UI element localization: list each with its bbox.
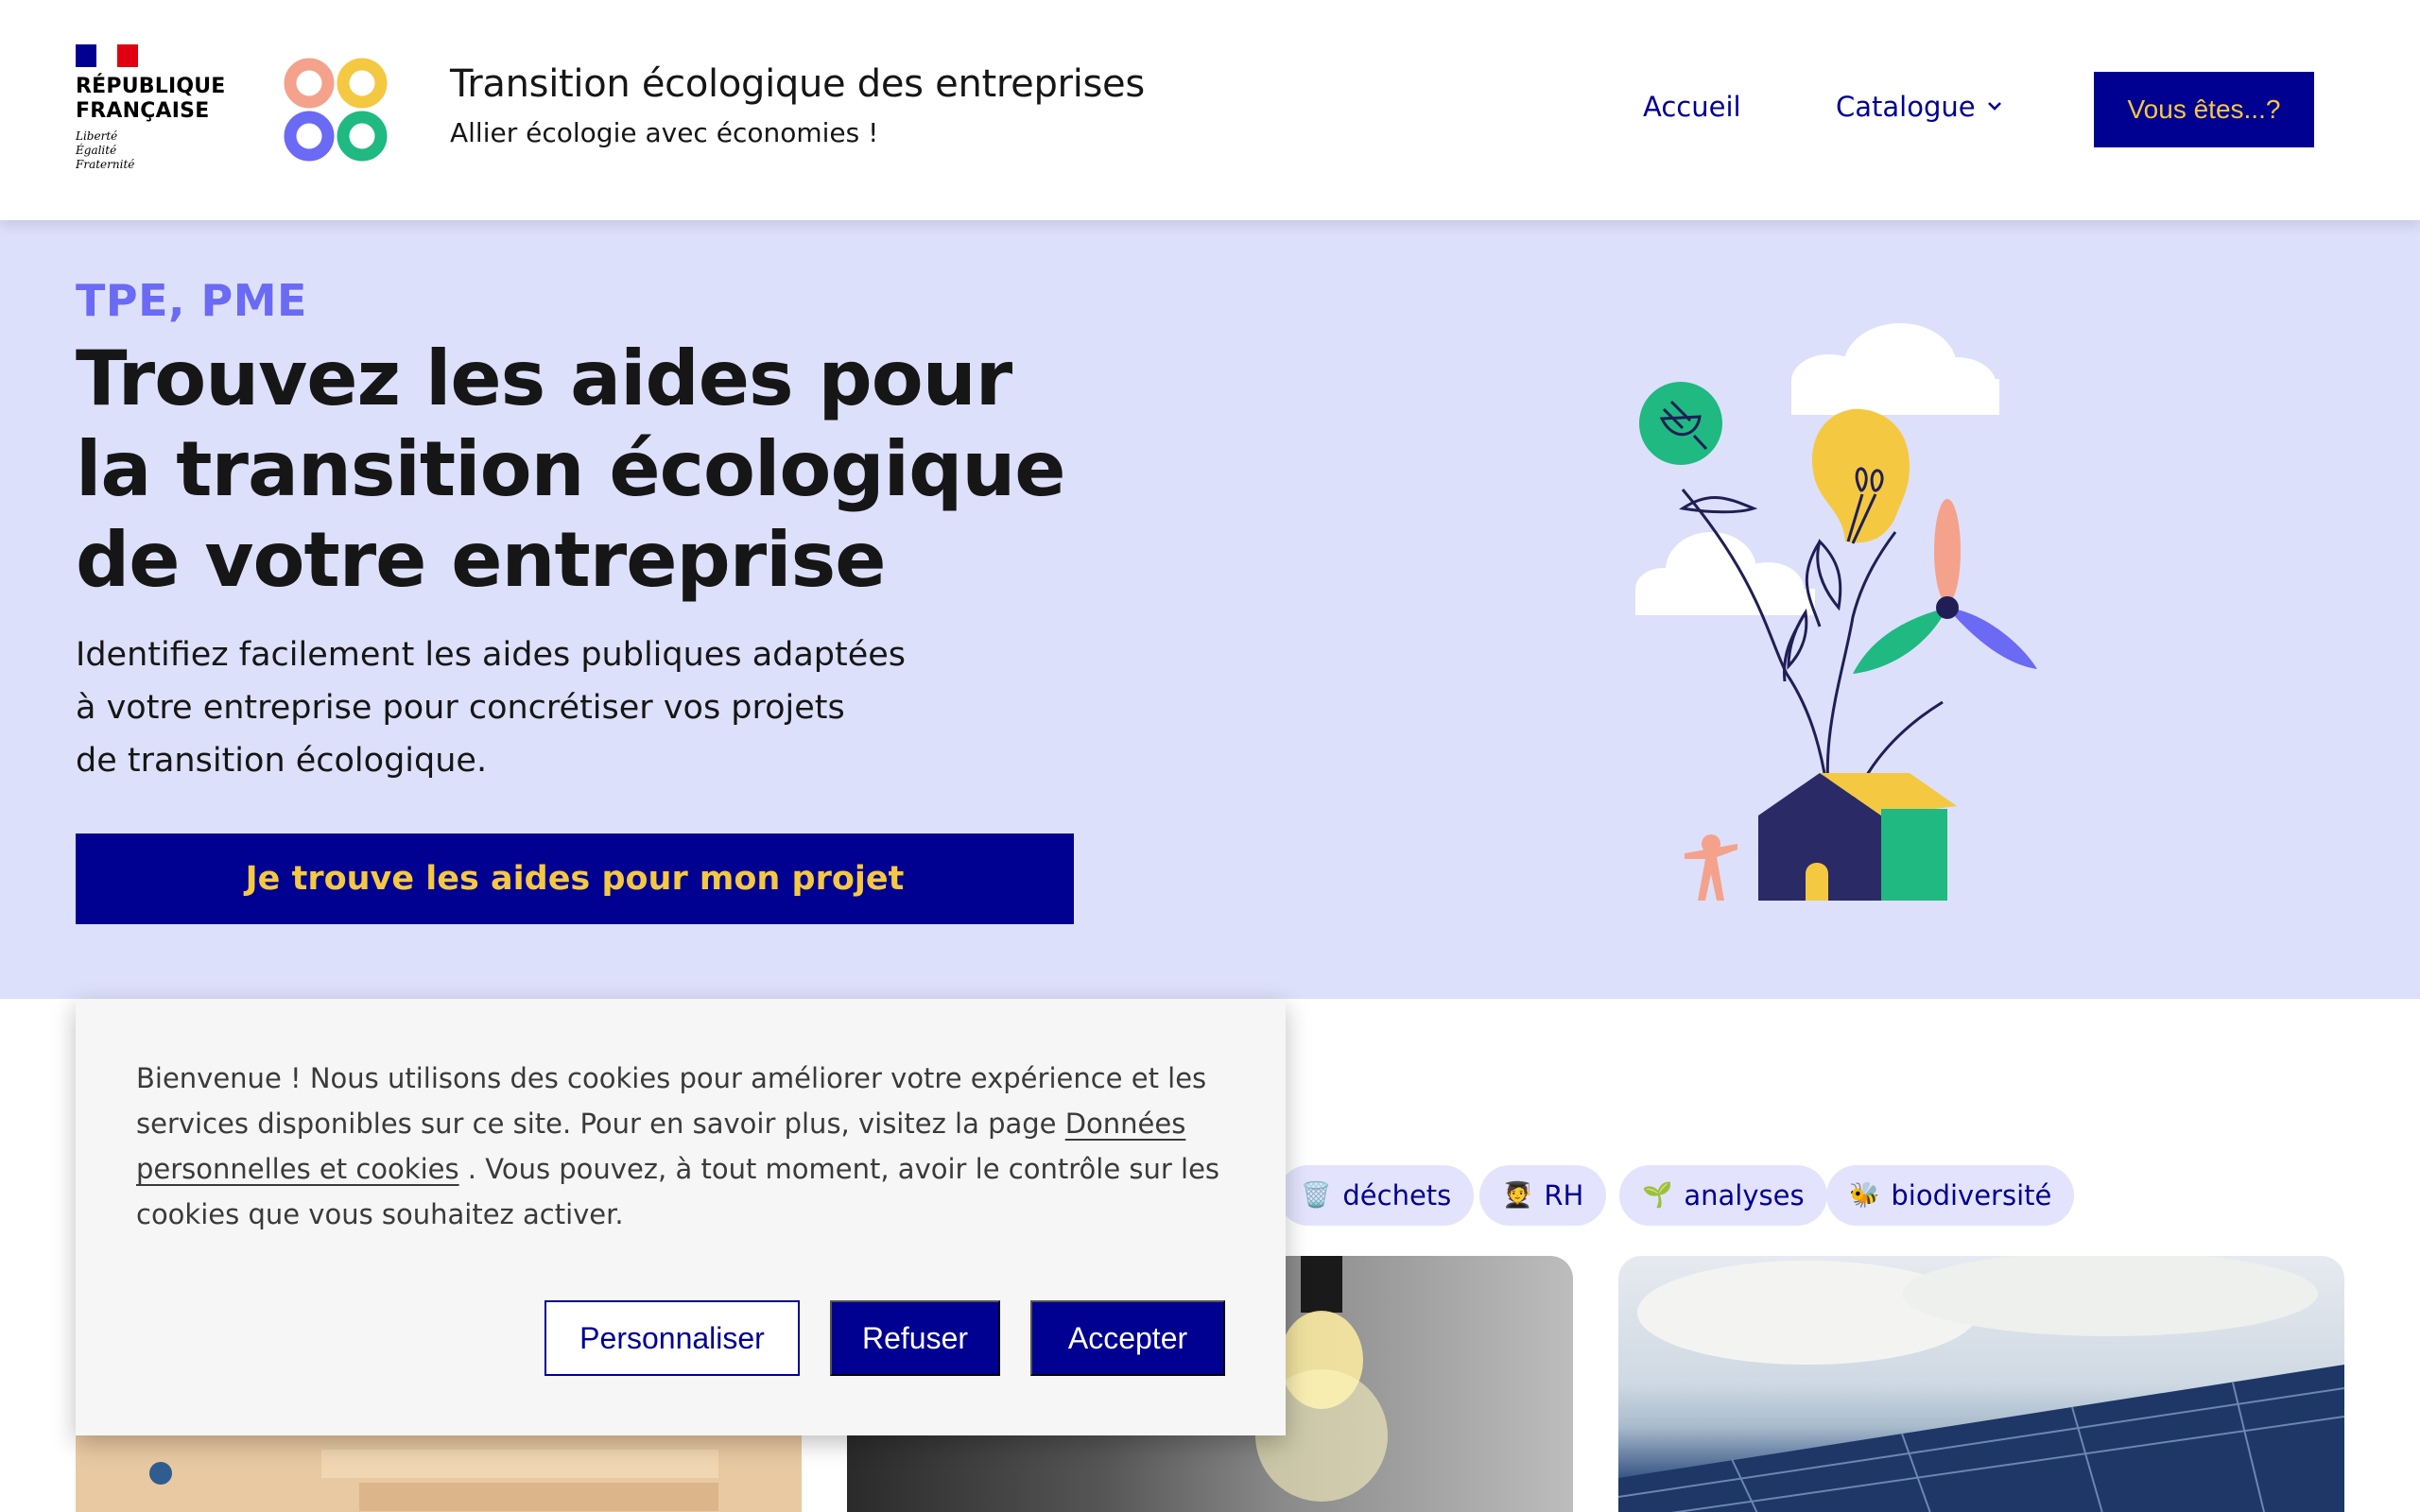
privacy-link[interactable]: personnelles et cookies (136, 1153, 459, 1185)
bee-icon: 🐝 (1849, 1181, 1880, 1210)
find-aids-button[interactable]: Je trouve les aides pour mon projet (76, 833, 1074, 924)
gov-name-line2: FRANÇAISE (76, 99, 210, 123)
french-flag-icon (76, 44, 138, 67)
cookie-line: services disponibles sur ce site. Pour e… (136, 1101, 1233, 1146)
refuser-button[interactable]: Refuser (830, 1300, 1000, 1376)
cookie-message: Bienvenue ! Nous utilisons des cookies p… (136, 1056, 1233, 1237)
tag-label: RH (1544, 1179, 1584, 1211)
hero-title-line: la transition écologique (76, 425, 1066, 513)
personnaliser-button[interactable]: Personnaliser (544, 1300, 800, 1376)
republique-francaise-logo[interactable]: RÉPUBLIQUE FRANÇAISE Liberté Égalité Fra… (76, 44, 236, 172)
cookie-text-fragment: services disponibles sur ce site. Pour e… (136, 1108, 1065, 1140)
cookie-text-fragment: . Vous pouvez, à tout moment, avoir le c… (458, 1153, 1220, 1185)
hero-illustration (1635, 323, 2037, 901)
site-tagline: Allier écologie avec économies ! (450, 117, 879, 148)
hero-desc-line: à votre entreprise pour concrétiser vos … (76, 689, 845, 727)
chevron-down-icon[interactable] (1985, 96, 2004, 115)
tag-rh[interactable]: 🧑‍🎓 RH (1479, 1165, 1607, 1226)
trash-icon: 🗑️ (1301, 1181, 1332, 1210)
hero-desc-line: de transition écologique. (76, 742, 488, 780)
tag-label: déchets (1342, 1179, 1452, 1211)
gov-name-line1: RÉPUBLIQUE (76, 75, 226, 98)
tag-biodiversite[interactable]: 🐝 biodiversité (1826, 1165, 2075, 1226)
vous-etes-button[interactable]: Vous êtes...? (2094, 72, 2314, 147)
accepter-button[interactable]: Accepter (1030, 1300, 1225, 1376)
aid-card-image[interactable] (1618, 1256, 2344, 1512)
tag-dechets[interactable]: 🗑️ déchets (1278, 1165, 1475, 1226)
gov-motto-fraternite: Fraternité (76, 158, 135, 171)
hero-section: TPE, PME Trouvez les aides pour la trans… (0, 220, 2420, 999)
hero-desc-line: Identifiez facilement les aides publique… (76, 636, 907, 674)
tag-label: biodiversité (1891, 1179, 2052, 1211)
student-icon: 🧑‍🎓 (1502, 1181, 1533, 1210)
gov-motto-liberte: Liberté (76, 129, 118, 143)
tag-label: analyses (1684, 1179, 1805, 1211)
hero-title-line: de votre entreprise (76, 516, 886, 604)
operator-logo-icon[interactable] (281, 55, 390, 164)
hero-title: Trouvez les aides pour la transition éco… (76, 334, 1115, 606)
person-icon (1685, 834, 1737, 901)
hero-title-line: Trouvez les aides pour (76, 335, 1012, 422)
site-title[interactable]: Transition écologique des entreprises (450, 62, 1145, 106)
hero-kicker: TPE, PME (76, 275, 307, 326)
solar-panels-image (1618, 1256, 2344, 1512)
hero-description: Identifiez facilement les aides publique… (76, 628, 1021, 787)
site-header: RÉPUBLIQUE FRANÇAISE Liberté Égalité Fra… (0, 0, 2420, 220)
gov-motto: Liberté Égalité Fraternité (76, 129, 236, 172)
cloud-icon (1791, 323, 1999, 415)
cookie-consent-banner: Bienvenue ! Nous utilisons des cookies p… (76, 999, 1286, 1435)
privacy-link[interactable]: Données (1065, 1108, 1186, 1140)
cookie-line: personnelles et cookies . Vous pouvez, à… (136, 1146, 1233, 1192)
cookie-line: cookies que vous souhaitez activer. (136, 1198, 624, 1230)
tag-analyses[interactable]: 🌱 analyses (1619, 1165, 1827, 1226)
cookie-line: Bienvenue ! Nous utilisons des cookies p… (136, 1062, 1207, 1094)
seedling-icon: 🌱 (1642, 1181, 1673, 1210)
nav-catalogue-link[interactable]: Catalogue (1836, 91, 1976, 123)
nav-accueil-link[interactable]: Accueil (1643, 91, 1741, 123)
gov-motto-egalite: Égalité (76, 144, 117, 157)
